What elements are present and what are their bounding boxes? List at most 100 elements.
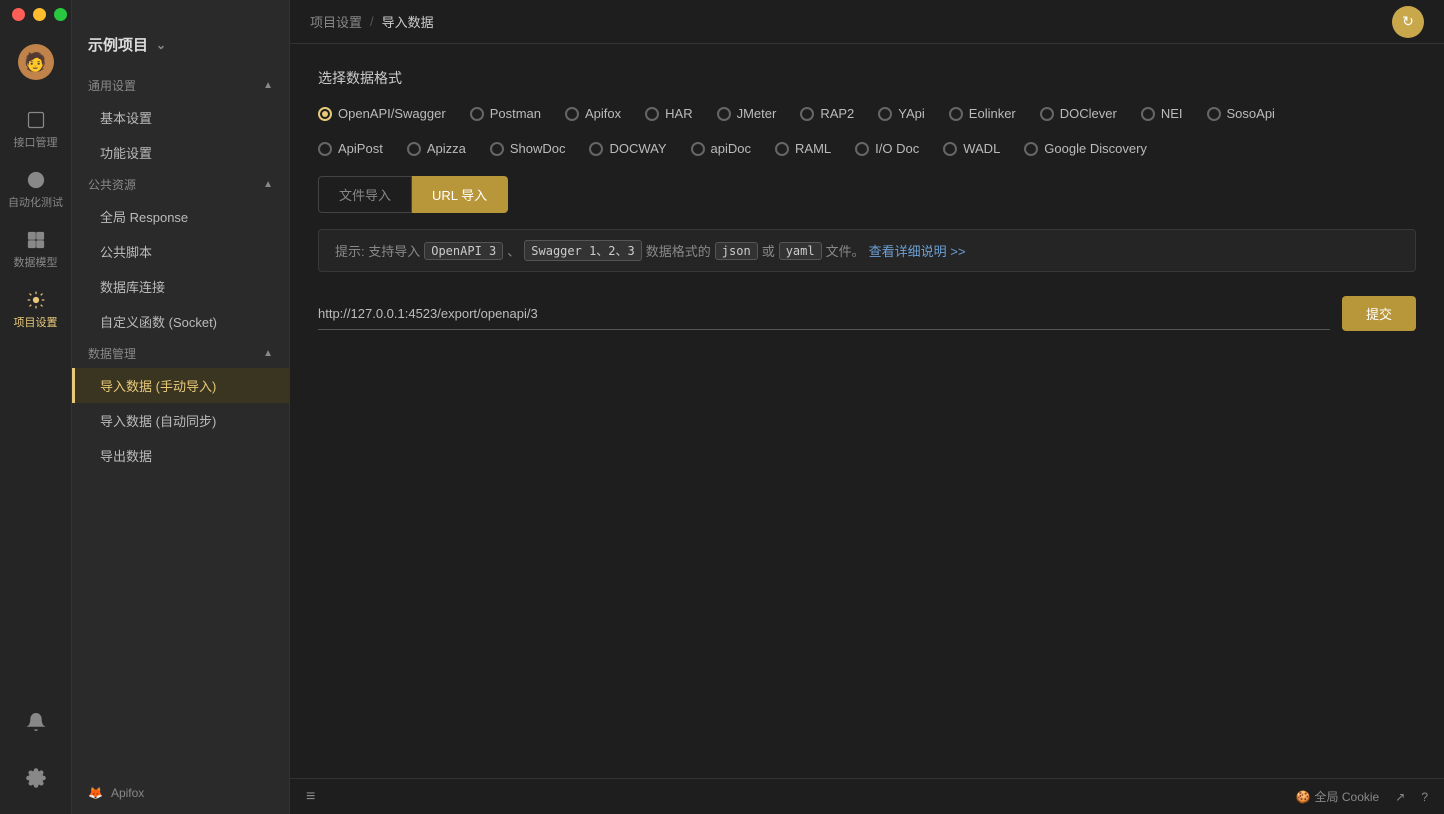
help-icon-button[interactable]: ? — [1421, 790, 1428, 804]
format-postman[interactable]: Postman — [470, 106, 541, 121]
tab-url-import[interactable]: URL 导入 — [412, 176, 508, 213]
sidebar-item-settings[interactable]: 项目设置 — [0, 280, 71, 340]
format-eolinker[interactable]: Eolinker — [949, 106, 1016, 121]
format-showdoc-label: ShowDoc — [510, 141, 566, 156]
url-input-row: 提交 — [318, 296, 1416, 331]
hint-bar: 提示: 支持导入 OpenAPI 3 、 Swagger 1、2、3 数据格式的… — [318, 229, 1416, 272]
apifox-logo-text: Apifox — [111, 786, 144, 800]
sidebar-item-interface[interactable]: 接口管理 — [0, 100, 71, 160]
sidebar-item-datamodel[interactable]: 数据模型 — [0, 220, 71, 280]
close-button[interactable] — [12, 8, 25, 21]
format-sosoapi[interactable]: SosoApi — [1207, 106, 1275, 121]
format-doclever-label: DOClever — [1060, 106, 1117, 121]
format-showdoc[interactable]: ShowDoc — [490, 141, 566, 156]
format-yapi-label: YApi — [898, 106, 925, 121]
format-apidoc-label: apiDoc — [711, 141, 751, 156]
radio-openapi-circle — [318, 107, 332, 121]
hint-sep1: 、 — [507, 241, 520, 260]
maximize-button[interactable] — [54, 8, 67, 21]
global-cookie-button[interactable]: 🍪 全局 Cookie — [1296, 788, 1380, 805]
nav-item-import-auto[interactable]: 导入数据 (自动同步) — [72, 403, 289, 438]
nav-item-public-scripts[interactable]: 公共脚本 — [72, 234, 289, 269]
radio-jmeter-circle — [717, 107, 731, 121]
format-apifox[interactable]: Apifox — [565, 106, 621, 121]
sidebar-item-settings-label: 项目设置 — [14, 314, 58, 330]
format-wadl[interactable]: WADL — [943, 141, 1000, 156]
project-header[interactable]: 示例项目 ⌄ — [72, 28, 289, 71]
hint-format1: OpenAPI 3 — [424, 242, 503, 260]
section-general-settings[interactable]: 通用设置 ▲ — [72, 71, 289, 100]
radio-raml-circle — [775, 142, 789, 156]
format-openapi[interactable]: OpenAPI/Swagger — [318, 106, 446, 121]
format-google-discovery[interactable]: Google Discovery — [1024, 141, 1147, 156]
nav-footer: 🦊 Apifox — [72, 772, 290, 814]
format-jmeter-label: JMeter — [737, 106, 777, 121]
format-raml[interactable]: RAML — [775, 141, 831, 156]
radio-docway-circle — [589, 142, 603, 156]
format-apidoc[interactable]: apiDoc — [691, 141, 751, 156]
nav-item-db-conn[interactable]: 数据库连接 — [72, 269, 289, 304]
nav-item-custom-func[interactable]: 自定义函数 (Socket) — [72, 304, 289, 339]
hint-format4: yaml — [779, 242, 822, 260]
format-yapi[interactable]: YApi — [878, 106, 925, 121]
nav-item-import-manual[interactable]: 导入数据 (手动导入) — [72, 368, 289, 403]
format-rap2[interactable]: RAP2 — [800, 106, 854, 121]
nav-item-func[interactable]: 功能设置 — [72, 135, 289, 170]
minimize-button[interactable] — [33, 8, 46, 21]
project-name: 示例项目 — [88, 34, 148, 55]
nav-item-basic[interactable]: 基本设置 — [72, 100, 289, 135]
format-doclever[interactable]: DOClever — [1040, 106, 1117, 121]
radio-eolinker-circle — [949, 107, 963, 121]
format-apipost[interactable]: ApiPost — [318, 141, 383, 156]
menu-icon[interactable]: ≡ — [306, 788, 315, 806]
format-wadl-label: WADL — [963, 141, 1000, 156]
breadcrumb-part1: 项目设置 — [310, 12, 362, 31]
hint-format3: json — [715, 242, 758, 260]
format-docway[interactable]: DOCWAY — [589, 141, 666, 156]
icon-bottom-area — [26, 702, 46, 814]
format-io-doc[interactable]: I/O Doc — [855, 141, 919, 156]
format-jmeter[interactable]: JMeter — [717, 106, 777, 121]
format-raml-label: RAML — [795, 141, 831, 156]
notification-button[interactable] — [26, 702, 46, 742]
url-input[interactable] — [318, 298, 1330, 330]
nav-item-export[interactable]: 导出数据 — [72, 438, 289, 473]
section-title: 选择数据格式 — [318, 68, 1416, 88]
radio-google-discovery-circle — [1024, 142, 1038, 156]
format-apizza[interactable]: Apizza — [407, 141, 466, 156]
radio-wadl-circle — [943, 142, 957, 156]
bottom-bar: ≡ 🍪 全局 Cookie ↗ ? — [290, 778, 1444, 814]
hint-prefix: 提示: 支持导入 — [335, 241, 420, 260]
sidebar-item-interface-label: 接口管理 — [14, 134, 58, 150]
format-nei[interactable]: NEI — [1141, 106, 1183, 121]
radio-sosoapi-circle — [1207, 107, 1221, 121]
format-har[interactable]: HAR — [645, 106, 692, 121]
section-general-label: 通用设置 — [88, 77, 136, 94]
nav-sidebar: 示例项目 ⌄ 通用设置 ▲ 基本设置 功能设置 公共资源 ▲ 全局 Respon… — [72, 0, 290, 814]
radio-doclever-circle — [1040, 107, 1054, 121]
format-apifox-label: Apifox — [585, 106, 621, 121]
titlebar — [0, 0, 80, 28]
hint-suffix: 文件。 — [826, 241, 865, 260]
project-chevron: ⌄ — [156, 38, 166, 52]
export-icon-button[interactable]: ↗ — [1395, 790, 1405, 804]
format-nei-label: NEI — [1161, 106, 1183, 121]
radio-apizza-circle — [407, 142, 421, 156]
hint-link[interactable]: 查看详细说明 >> — [869, 241, 966, 260]
nav-item-global-response[interactable]: 全局 Response — [72, 199, 289, 234]
sidebar-item-autotest[interactable]: 自动化测试 — [0, 160, 71, 220]
refresh-button[interactable]: ↻ — [1392, 6, 1424, 38]
format-apizza-label: Apizza — [427, 141, 466, 156]
radio-io-doc-circle — [855, 142, 869, 156]
submit-button[interactable]: 提交 — [1342, 296, 1416, 331]
gear-button[interactable] — [26, 758, 46, 798]
section-public-resources[interactable]: 公共资源 ▲ — [72, 170, 289, 199]
page-area: 选择数据格式 OpenAPI/Swagger Postman Apifox HA… — [290, 44, 1444, 778]
format-har-label: HAR — [665, 106, 692, 121]
avatar[interactable]: 🧑 — [18, 44, 54, 80]
tab-file-import[interactable]: 文件导入 — [318, 176, 412, 213]
radio-har-circle — [645, 107, 659, 121]
breadcrumb-bar: 项目设置 / 导入数据 ↻ — [290, 0, 1444, 44]
format-rap2-label: RAP2 — [820, 106, 854, 121]
section-data-management[interactable]: 数据管理 ▲ — [72, 339, 289, 368]
